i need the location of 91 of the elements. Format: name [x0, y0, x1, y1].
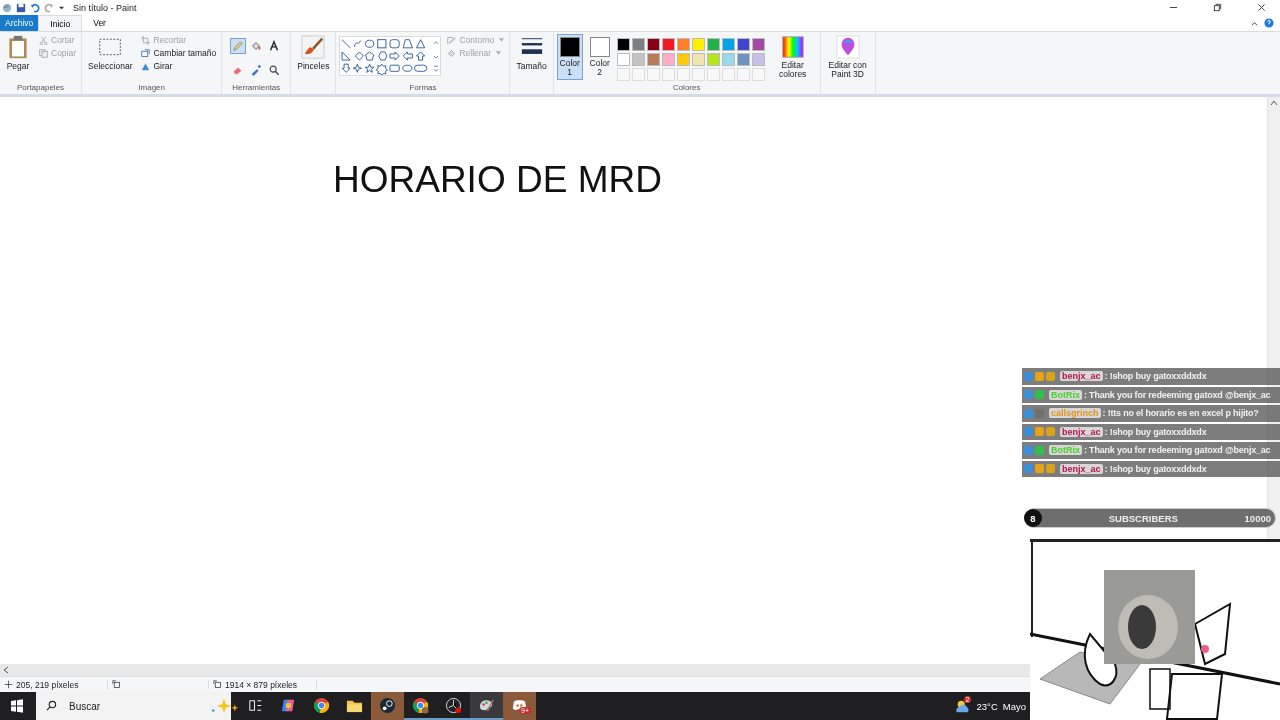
color-swatch[interactable] — [661, 38, 675, 51]
color-swatch[interactable] — [616, 53, 630, 66]
chat-username: benjx_ac — [1060, 426, 1103, 437]
group-label: Formas — [408, 83, 438, 94]
chat-username: BotRix — [1049, 389, 1082, 400]
clipboard-icon — [6, 35, 30, 59]
steam-taskbar-icon[interactable] — [371, 692, 404, 720]
crop-icon — [141, 35, 151, 45]
search-field[interactable]: Buscar — [36, 692, 231, 720]
color-swatch[interactable] — [751, 53, 765, 66]
ribbon-command[interactable]: Girar — [139, 60, 219, 72]
color-swatch[interactable] — [616, 38, 630, 51]
color-swatch[interactable] — [676, 53, 690, 66]
save-icon[interactable] — [16, 2, 26, 13]
color-swatch[interactable] — [751, 38, 765, 51]
color-swatch[interactable] — [631, 53, 645, 66]
text-icon — [268, 40, 281, 52]
undo-icon[interactable] — [30, 2, 40, 13]
color-swatch[interactable] — [706, 53, 720, 66]
ribbon-command[interactable]: Cambiar tamaño — [139, 47, 219, 59]
collapse-ribbon-icon[interactable] — [1251, 19, 1258, 27]
weather-icon[interactable] — [953, 698, 972, 714]
magnifier-icon — [268, 63, 281, 76]
chat-username: benjx_ac — [1060, 371, 1103, 382]
color-swatch[interactable] — [691, 53, 705, 66]
group-label: Portapapeles — [15, 83, 66, 94]
color-swatch[interactable] — [721, 38, 735, 51]
scissors-icon — [39, 35, 48, 45]
color-swatch[interactable] — [646, 53, 660, 66]
group-label: Imagen — [137, 83, 166, 94]
color-swatch[interactable] — [631, 38, 645, 51]
edit-colors-button[interactable]: Editar colores — [768, 34, 817, 80]
color-slot[interactable]: Color 2 — [586, 34, 613, 80]
brushes-button[interactable]: Pinceles — [294, 34, 333, 72]
caret-icon — [499, 38, 505, 42]
chat-message: : !shop buy gatoxxddxdx — [1104, 426, 1207, 437]
temperature: 23°C — [976, 700, 998, 712]
group-label: Colores — [671, 83, 702, 94]
ribbon-tab[interactable]: Inicio — [38, 15, 83, 31]
select-button[interactable]: Seleccionar — [85, 34, 136, 72]
cursor-position: 205, 219 píxeles — [16, 679, 79, 690]
pencil-icon — [232, 40, 245, 52]
chat-message: : !tts no el horario es en excel p hijito? — [1102, 408, 1259, 419]
help-icon[interactable] — [1264, 18, 1274, 28]
color-swatch[interactable] — [721, 53, 735, 66]
caret-icon — [496, 51, 502, 55]
subscriber-goal-label: SUBSCRIBERS — [1107, 512, 1179, 524]
color-swatch[interactable] — [676, 38, 690, 51]
paste-button[interactable]: Pegar — [3, 34, 33, 72]
pencil-tool[interactable] — [230, 38, 247, 54]
group-label: Herramientas — [231, 83, 282, 94]
color-spectrum-icon — [780, 35, 805, 59]
paint-taskbar-icon[interactable] — [470, 692, 503, 720]
resize-icon — [141, 48, 151, 58]
shapes-gallery[interactable] — [339, 36, 442, 76]
color-swatch[interactable] — [736, 53, 750, 66]
chat-username: BotRix — [1049, 445, 1082, 456]
search-icon — [46, 700, 57, 711]
dropdown-icon[interactable] — [58, 4, 65, 11]
chat-username: benjx_ac — [1060, 463, 1103, 474]
color-swatch[interactable] — [736, 38, 750, 51]
outline-icon — [447, 35, 457, 45]
selection-size-icon — [112, 680, 121, 689]
window-title: Sin título - Paint — [73, 2, 137, 13]
chat-message: : !shop buy gatoxxddxdx — [1104, 371, 1207, 382]
subscriber-count: 8 — [1024, 509, 1042, 527]
ribbon-tab[interactable]: Archivo — [0, 15, 39, 31]
copy-icon — [39, 48, 48, 58]
chat-message: : !shop buy gatoxxddxdx — [1104, 463, 1207, 474]
close-icon[interactable] — [1257, 3, 1266, 12]
image-size-icon — [213, 680, 222, 689]
weather-label: Mayo — [1002, 700, 1026, 712]
brush-icon — [301, 35, 326, 59]
chat-username: callsgrinch — [1049, 408, 1101, 419]
balloon-icon — [835, 35, 860, 59]
start-icon[interactable] — [10, 699, 24, 713]
paint-bucket-icon — [447, 48, 457, 58]
color-swatch[interactable] — [691, 38, 705, 51]
paint-3d-button[interactable]: Editar con Paint 3D — [823, 34, 872, 80]
paint-bucket-icon — [250, 40, 263, 52]
size-button[interactable]: Tamaño — [513, 34, 550, 72]
eyedropper-icon — [250, 63, 263, 76]
cursor-position-icon — [4, 680, 13, 689]
canvas-heading: HORARIO DE MRD — [333, 159, 663, 201]
color-slot[interactable]: Color 1 — [556, 34, 583, 80]
color-swatch[interactable] — [661, 53, 675, 66]
color-swatch[interactable] — [706, 38, 720, 51]
restore-icon[interactable] — [1213, 3, 1222, 12]
color-swatch[interactable] — [646, 38, 660, 51]
paint-app-icon — [2, 2, 12, 13]
image-size: 1914 × 879 píxeles — [225, 679, 298, 690]
